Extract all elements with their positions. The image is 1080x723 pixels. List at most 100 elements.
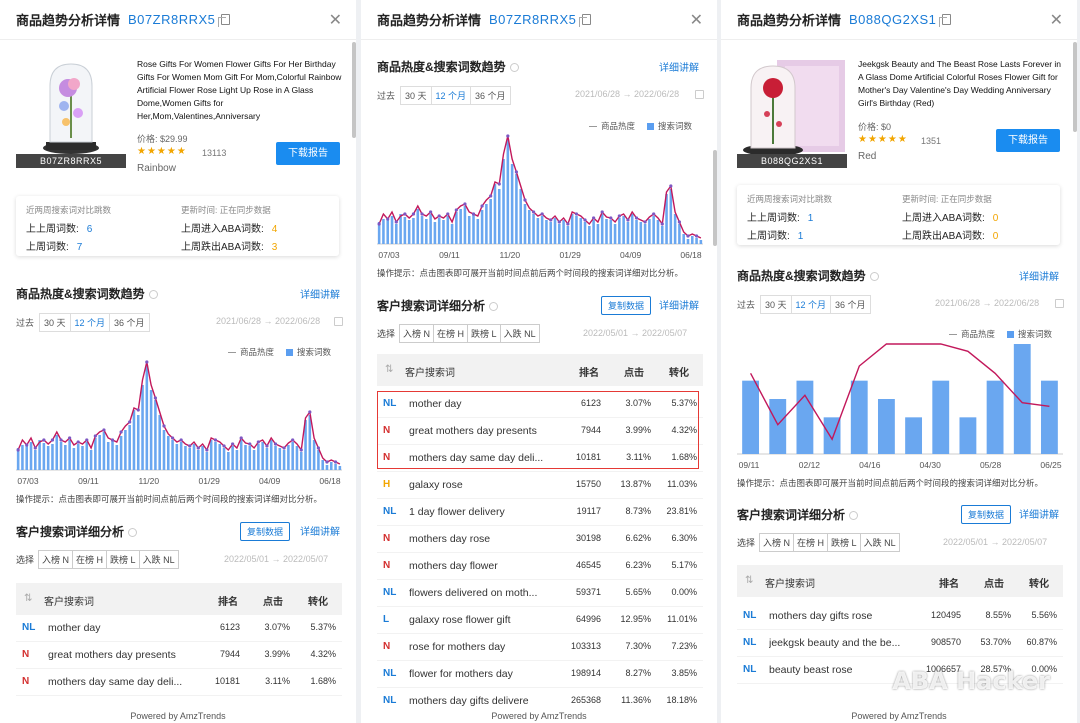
search-count-bar[interactable] [699,240,703,244]
search-count-bar[interactable] [231,446,234,470]
search-count-bar[interactable] [38,440,41,470]
help-icon[interactable] [849,511,859,521]
asin-link[interactable]: B088QG2XS1 [849,12,936,27]
search-count-bar[interactable] [769,399,787,454]
search-count-bar[interactable] [527,210,531,244]
search-count-bar[interactable] [51,444,54,470]
detail-link[interactable]: 详细讲解 [659,59,699,74]
search-count-bar[interactable] [269,440,273,470]
keyword-text[interactable]: mothers day flower [409,560,579,572]
search-count-bar[interactable] [299,452,303,470]
range-12m[interactable]: 12 个月 [790,295,832,314]
filter-new[interactable]: 入榜 N [759,533,795,552]
col-keyword[interactable]: 客户搜索词 [765,575,815,590]
search-count-bar[interactable] [622,216,625,244]
search-count-bar[interactable] [429,214,432,244]
table-row[interactable]: NL flower for mothers day 198914 8.27% 3.85% [377,661,703,688]
calendar-icon[interactable] [695,90,704,99]
search-count-bar[interactable] [536,218,540,244]
search-count-bar[interactable] [485,204,488,244]
search-count-bar[interactable] [553,218,557,244]
col-rank[interactable]: 排名 [579,364,599,379]
search-count-bar[interactable] [192,444,196,470]
search-count-bar[interactable] [592,220,595,244]
sort-icon[interactable]: ⇅ [385,364,393,375]
search-count-bar[interactable] [59,442,63,470]
search-count-bar[interactable] [796,380,814,454]
trend-chart[interactable]: 07/03 09/11 11/20 01/29 04/09 06/18 [16,358,342,488]
search-count-bar[interactable] [205,452,209,470]
range-30d[interactable]: 30 天 [39,313,71,332]
search-count-bar[interactable] [519,189,522,244]
product-title[interactable]: Rose Gifts For Women Flower Gifts For He… [137,58,342,123]
search-count-bar[interactable] [395,224,398,244]
search-count-bar[interactable] [583,222,587,244]
search-count-bar[interactable] [420,216,424,244]
search-count-bar[interactable] [850,380,868,454]
search-count-bar[interactable] [166,436,170,470]
search-count-bar[interactable] [201,446,204,470]
search-count-bar[interactable] [325,465,329,470]
search-count-bar[interactable] [76,444,80,470]
scrollbar[interactable] [713,150,717,246]
search-count-bar[interactable] [407,220,411,244]
help-icon[interactable] [148,290,158,300]
col-rank[interactable]: 排名 [218,593,238,608]
search-count-bar[interactable] [678,224,681,244]
search-count-bar[interactable] [652,216,655,244]
filter-lost[interactable]: 跌榜 L [467,324,501,343]
search-count-bar[interactable] [179,442,183,470]
detail-link[interactable]: 详细讲解 [300,523,340,538]
search-count-bar[interactable] [42,443,46,470]
search-count-bar[interactable] [282,450,286,470]
search-count-bar[interactable] [450,224,454,244]
search-count-bar[interactable] [338,466,342,470]
search-count-bar[interactable] [124,430,127,470]
search-count-bar[interactable] [89,450,93,470]
keyword-text[interactable]: 1 day flower delivery [409,506,579,518]
search-count-bar[interactable] [248,446,252,470]
range-30d[interactable]: 30 天 [400,86,432,105]
search-count-bar[interactable] [321,460,324,470]
table-row[interactable]: Nmothers day rose 30198 6.62% 6.30% [377,526,703,553]
table-row[interactable]: Nmothers day flower 46545 6.23% 5.17% [377,553,703,580]
search-count-bar[interactable] [128,425,131,470]
range-12m[interactable]: 12 个月 [69,313,111,332]
search-count-bar[interactable] [605,219,608,244]
search-count-bar[interactable] [412,218,415,244]
filter-newlost[interactable]: 入跌 NL [859,533,900,552]
search-count-bar[interactable] [588,226,591,244]
search-count-bar[interactable] [106,442,110,470]
keyword-text[interactable]: galaxy rose flower gift [409,614,579,626]
search-count-bar[interactable] [34,450,37,470]
search-count-bar[interactable] [68,440,71,470]
keyword-text[interactable]: flowers delivered on moth... [409,587,579,599]
search-count-bar[interactable] [72,448,76,470]
search-count-bar[interactable] [459,209,462,244]
search-count-bar[interactable] [600,214,604,244]
search-count-bar[interactable] [145,365,149,470]
copy-icon[interactable] [218,14,231,27]
sort-icon[interactable]: ⇅ [745,575,753,586]
search-count-bar[interactable] [695,238,698,244]
close-icon[interactable]: ✕ [690,10,703,29]
keyword-text[interactable]: mother day [48,622,218,634]
search-count-bar[interactable] [308,415,312,470]
range-12m[interactable]: 12 个月 [430,86,472,105]
search-count-bar[interactable] [986,380,1004,454]
search-count-bar[interactable] [239,440,243,470]
table-row[interactable]: NL flowers delivered on moth... 59371 5.65%… [377,580,703,607]
search-count-bar[interactable] [291,442,294,470]
search-count-bar[interactable] [905,417,923,454]
table-row[interactable]: NL jeekgsk beauty and the be... 908570 53.7… [737,630,1063,657]
help-icon[interactable] [489,302,499,312]
search-count-bar[interactable] [287,445,290,470]
search-count-bar[interactable] [639,222,643,244]
search-count-bar[interactable] [626,222,630,244]
search-count-bar[interactable] [643,224,647,244]
keyword-text[interactable]: mothers day gifts delivere [409,695,579,707]
table-row[interactable]: NL 1 day flower delivery 19117 8.73% 23.81% [377,499,703,526]
detail-link[interactable]: 详细讲解 [659,297,699,312]
range-30d[interactable]: 30 天 [760,295,792,314]
table-row[interactable]: Hgalaxy rose 15750 13.87% 11.03% [377,472,703,499]
